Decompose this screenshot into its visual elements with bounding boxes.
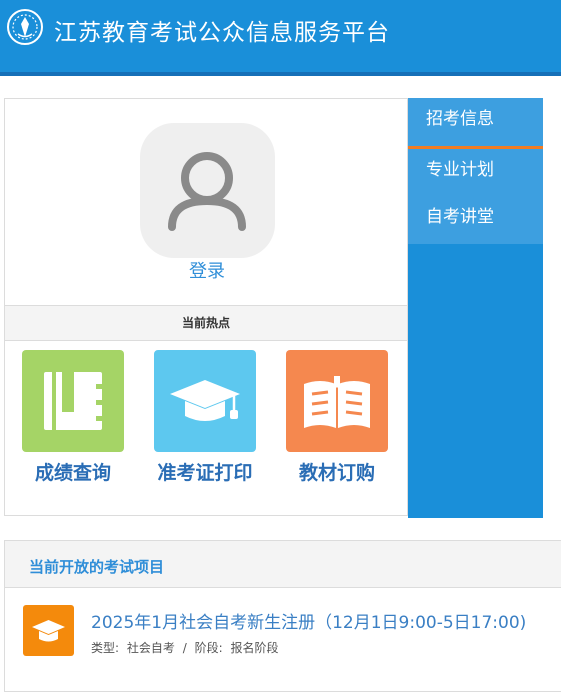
sidebar-item-major-plan[interactable]: 专业计划	[426, 155, 494, 180]
tile-admission-ticket-bg	[154, 350, 256, 452]
tile-textbook-order-bg	[286, 350, 388, 452]
tile-score-query-label: 成绩查询	[34, 462, 111, 484]
tile-admission-ticket-label: 准考证打印	[157, 462, 253, 484]
tile-textbook-order[interactable]: 教材订购	[286, 350, 388, 485]
exam-type-label: 类型:	[91, 641, 120, 655]
exam-type-value: 社会自考	[126, 641, 175, 655]
open-exams-title: 当前开放的考试项目	[29, 558, 165, 576]
tile-score-query-bg	[22, 350, 124, 452]
exam-stage-label: 阶段:	[194, 641, 223, 655]
avatar[interactable]	[140, 123, 275, 258]
notebook-icon	[44, 372, 104, 430]
sidebar-item-admission-info[interactable]: 招考信息	[426, 104, 494, 129]
exam-stage-value: 报名阶段	[230, 641, 279, 655]
exam-item-icon-bg	[23, 605, 74, 656]
graduation-cap-icon	[170, 380, 240, 421]
top-header: 江苏教育考试公众信息服务平台	[0, 0, 561, 76]
tile-textbook-order-label: 教材订购	[298, 462, 375, 484]
open-exams-header: 当前开放的考试项目	[5, 541, 561, 588]
open-exams-panel: 当前开放的考试项目 2025年1月社会自考新生注册（12月1日9:00-5日17…	[4, 540, 561, 692]
tile-score-query[interactable]: 成绩查询	[22, 350, 124, 485]
exam-item-title-link[interactable]: 2025年1月社会自考新生注册（12月1日9:00-5日17:00)	[91, 608, 526, 633]
open-book-icon	[304, 376, 370, 428]
site-logo-icon	[7, 9, 43, 45]
site-title: 江苏教育考试公众信息服务平台	[54, 20, 390, 46]
sidebar-item-self-study-lecture[interactable]: 自考讲堂	[426, 202, 494, 227]
side-menu: 招考信息 专业计划 自考讲堂	[408, 98, 543, 518]
graduation-cap-icon	[32, 620, 65, 642]
login-link[interactable]: 登录	[5, 257, 409, 283]
exam-meta-separator: /	[182, 641, 187, 655]
main-panel: 登录 当前热点 成绩查询 准考证打印 教材订购	[4, 98, 408, 516]
user-avatar-icon	[168, 152, 246, 231]
side-menu-active-indicator	[408, 146, 543, 149]
hot-topics-header: 当前热点	[5, 305, 407, 341]
tile-admission-ticket[interactable]: 准考证打印	[154, 350, 256, 485]
exam-item-meta: 类型: 社会自考 / 阶段: 报名阶段	[91, 639, 282, 656]
